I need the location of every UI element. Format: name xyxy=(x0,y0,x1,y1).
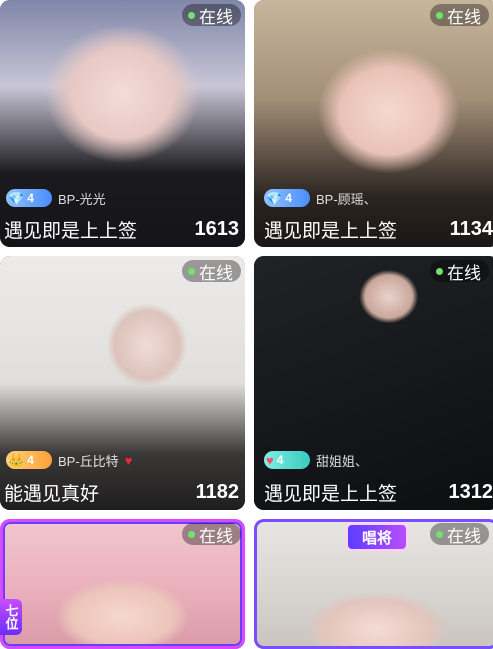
card-footer: 遇见即是上上签 1613 xyxy=(4,217,239,241)
room-title: 遇见即是上上签 xyxy=(264,216,397,243)
rank-side-tag: 七位 xyxy=(0,599,22,635)
card-footer: 遇见即是上上签 1134 xyxy=(264,217,493,241)
online-dot-icon xyxy=(436,531,443,538)
online-dot-icon xyxy=(188,268,195,275)
level-badge: 💎 4 xyxy=(6,189,52,207)
heart-icon: ♥ xyxy=(125,453,133,468)
stream-card[interactable]: 在线 👑 4 BP-丘比特 ♥ 能遇见真好 1182 xyxy=(0,256,245,510)
level-badge: 👑 4 xyxy=(6,451,52,469)
host-name: 甜姐姐、 xyxy=(316,451,368,470)
card-footer: 遇见即是上上签 1312 xyxy=(264,480,493,504)
diamond-icon: 💎 xyxy=(266,192,282,205)
viewer-count: 1312 xyxy=(449,481,493,504)
online-badge: 在线 xyxy=(182,260,241,282)
online-badge: 在线 xyxy=(182,4,241,26)
online-badge: 在线 xyxy=(182,523,241,545)
stream-card[interactable]: 在线 💎 4 BP-顾瑶、 遇见即是上上签 1134 xyxy=(254,0,493,247)
online-label: 在线 xyxy=(447,3,481,28)
level-number: 4 xyxy=(27,191,34,205)
room-title: 遇见即是上上签 xyxy=(4,216,137,243)
host-meta: 💎 4 BP-光光 xyxy=(6,188,106,208)
diamond-icon: 💎 xyxy=(8,192,24,205)
viewer-count: 1182 xyxy=(196,481,239,504)
host-meta: ♥ 4 甜姐姐、 xyxy=(264,450,368,470)
stream-card[interactable]: 在线 ♥ 4 甜姐姐、 遇见即是上上签 1312 xyxy=(254,256,493,510)
level-number: 4 xyxy=(27,453,34,467)
online-badge: 在线 xyxy=(430,523,489,545)
room-title: 能遇见真好 xyxy=(4,479,99,506)
host-meta: 👑 4 BP-丘比特 ♥ xyxy=(6,450,132,470)
level-badge: 💎 4 xyxy=(264,189,310,207)
online-dot-icon xyxy=(436,268,443,275)
host-name: BP-顾瑶、 xyxy=(316,189,377,208)
online-label: 在线 xyxy=(447,522,481,547)
online-dot-icon xyxy=(188,531,195,538)
level-badge: ♥ 4 xyxy=(264,451,310,469)
online-label: 在线 xyxy=(447,259,481,284)
online-badge: 在线 xyxy=(430,260,489,282)
stream-card[interactable]: 唱将 在线 xyxy=(254,519,493,649)
stream-card[interactable]: 七位 在线 xyxy=(0,519,245,649)
host-name: BP-丘比特 xyxy=(58,451,119,470)
stream-card[interactable]: 在线 💎 4 BP-光光 遇见即是上上签 1613 xyxy=(0,0,245,247)
viewer-count: 1134 xyxy=(450,218,493,241)
level-number: 4 xyxy=(277,453,284,467)
level-number: 4 xyxy=(285,191,292,205)
room-title: 遇见即是上上签 xyxy=(264,479,397,506)
online-label: 在线 xyxy=(199,522,233,547)
stream-cover-image xyxy=(0,0,245,247)
stream-cover-image xyxy=(0,256,245,510)
crown-icon: 👑 xyxy=(8,454,24,467)
heart-icon: ♥ xyxy=(266,454,274,467)
singer-tag: 唱将 xyxy=(346,523,408,551)
online-dot-icon xyxy=(188,12,195,19)
stream-cover-image xyxy=(254,256,493,510)
online-badge: 在线 xyxy=(430,4,489,26)
online-dot-icon xyxy=(436,12,443,19)
card-footer: 能遇见真好 1182 xyxy=(4,480,239,504)
stream-cover-image xyxy=(254,0,493,247)
viewer-count: 1613 xyxy=(195,218,240,241)
host-name: BP-光光 xyxy=(58,189,106,208)
online-label: 在线 xyxy=(199,259,233,284)
host-meta: 💎 4 BP-顾瑶、 xyxy=(264,188,377,208)
online-label: 在线 xyxy=(199,3,233,28)
